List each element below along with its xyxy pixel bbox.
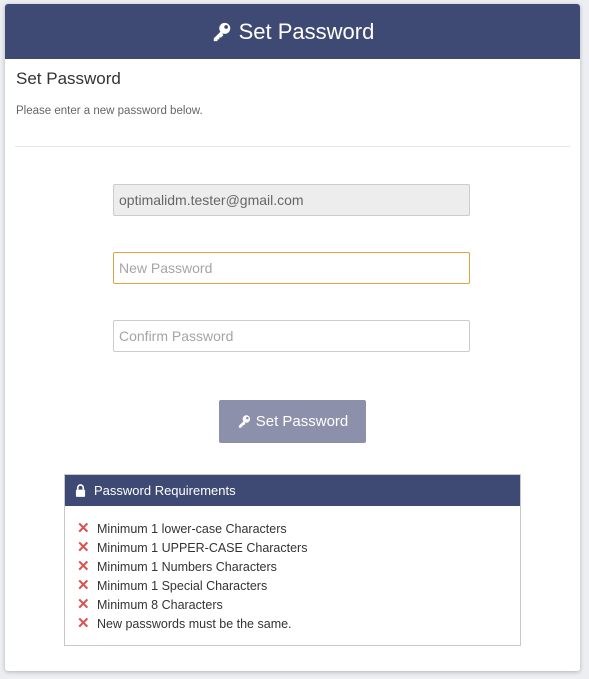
- unmet-x-icon: ✕: [77, 615, 90, 632]
- requirement-label: Minimum 1 lower-case Characters: [97, 521, 287, 536]
- requirements-header: Password Requirements: [65, 475, 520, 506]
- header-title: Set Password: [238, 18, 375, 44]
- unmet-x-icon: ✕: [77, 558, 90, 575]
- set-password-button-label: Set Password: [255, 413, 349, 430]
- set-password-button[interactable]: Set Password: [219, 400, 366, 443]
- email-field[interactable]: [113, 184, 470, 216]
- requirement-item: ✕ Minimum 1 Numbers Characters: [77, 557, 520, 576]
- unmet-x-icon: ✕: [77, 539, 90, 556]
- requirement-item: ✕ Minimum 1 Special Characters: [77, 576, 520, 595]
- unmet-x-icon: ✕: [77, 596, 90, 613]
- requirement-label: New passwords must be the same.: [97, 616, 292, 631]
- header-banner: Set Password: [5, 4, 580, 59]
- requirement-item: ✕ New passwords must be the same.: [77, 614, 520, 633]
- divider: [15, 146, 570, 147]
- requirement-label: Minimum 1 Numbers Characters: [97, 559, 277, 574]
- set-password-card: Set Password Set Password Please enter a…: [5, 4, 580, 671]
- form-instruction: Please enter a new password below.: [16, 105, 203, 117]
- form-subtitle: Set Password: [16, 69, 121, 88]
- requirements-title: Password Requirements: [94, 483, 236, 498]
- requirement-item: ✕ Minimum 1 lower-case Characters: [77, 519, 520, 538]
- requirements-list: ✕ Minimum 1 lower-case Characters ✕ Mini…: [65, 506, 520, 633]
- unmet-x-icon: ✕: [77, 577, 90, 594]
- requirement-label: Minimum 1 Special Characters: [97, 578, 268, 593]
- lock-icon: [75, 484, 86, 497]
- unmet-x-icon: ✕: [77, 520, 90, 537]
- requirement-label: Minimum 8 Characters: [97, 597, 223, 612]
- requirement-item: ✕ Minimum 8 Characters: [77, 595, 520, 614]
- requirement-item: ✕ Minimum 1 UPPER-CASE Characters: [77, 538, 520, 557]
- key-icon: [211, 21, 233, 43]
- requirement-label: Minimum 1 UPPER-CASE Characters: [97, 540, 308, 555]
- key-icon: [237, 414, 252, 429]
- new-password-input[interactable]: [113, 252, 470, 284]
- confirm-password-input[interactable]: [113, 320, 470, 352]
- password-requirements-panel: Password Requirements ✕ Minimum 1 lower-…: [64, 474, 521, 646]
